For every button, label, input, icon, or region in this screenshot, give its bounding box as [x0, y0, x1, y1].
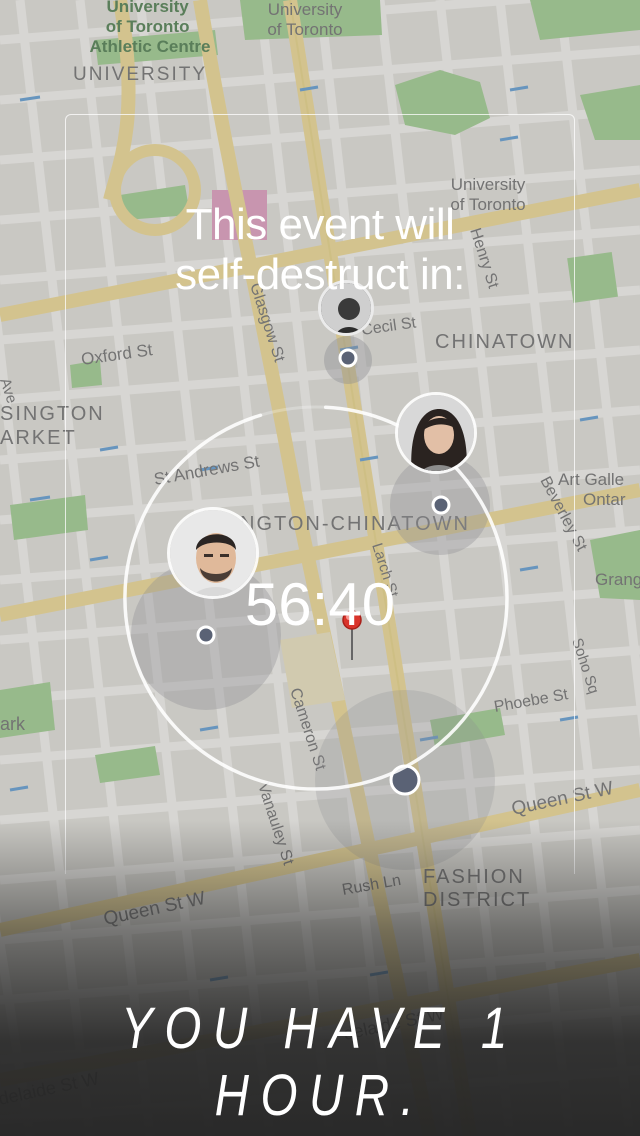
event-headline: This event will self-destruct in:	[175, 200, 465, 299]
tagline: YOU HAVE 1 HOUR.	[121, 996, 519, 1128]
countdown-timer: 56:40	[244, 571, 396, 638]
